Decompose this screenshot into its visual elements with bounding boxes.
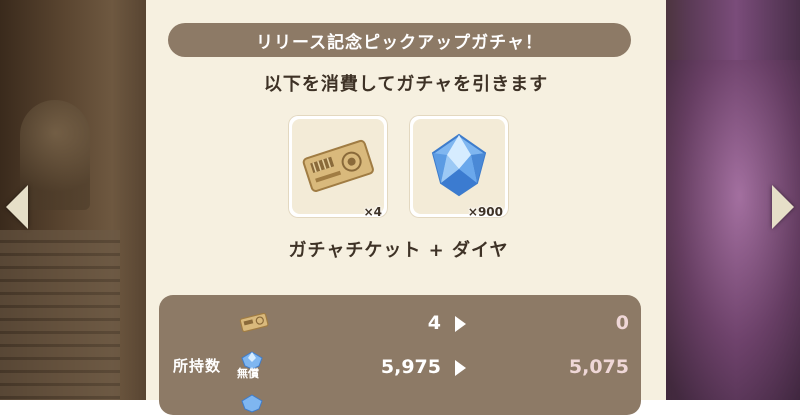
diamond-icon — [431, 133, 487, 197]
gacha-ticket-icon — [239, 312, 269, 333]
consume-instruction: 以下を消費してガチャを引きます — [263, 74, 549, 95]
arrow-right-icon — [455, 316, 466, 332]
arrow-right-icon — [455, 360, 466, 376]
gacha-confirm-panel: リリース記念ピックアップガチャ！ 以下を消費してガチャを引きます ×4 ×900… — [146, 0, 666, 415]
diamond-after-value: 5,075 — [568, 356, 629, 378]
next-arrow-icon[interactable] — [772, 185, 794, 229]
background-stairs — [0, 230, 120, 400]
paid-badge: 無償 — [237, 367, 259, 380]
background-curtain — [650, 60, 800, 400]
gacha-ticket-icon — [302, 139, 374, 192]
ticket-cost-qty: ×4 — [363, 205, 382, 219]
background-statue — [20, 100, 90, 210]
diamond-cost-card: ×900 — [409, 115, 509, 219]
diamond-icon — [241, 394, 263, 413]
consume-items-label: ガチャチケット + ダイヤ — [288, 240, 509, 261]
holdings-label: 所持数 — [173, 357, 222, 375]
ticket-before-value: 4 — [427, 312, 441, 334]
gacha-title-banner: リリース記念ピックアップガチャ！ — [168, 23, 631, 57]
ticket-after-value: 0 — [615, 312, 629, 334]
diamond-cost-qty: ×900 — [467, 205, 503, 219]
ticket-cost-card: ×4 — [288, 115, 388, 219]
holdings-panel: 所持数 4 0 無償 5,975 5,075 — [159, 295, 641, 415]
diamond-before-value: 5,975 — [380, 356, 441, 378]
previous-arrow-icon[interactable] — [6, 185, 28, 229]
